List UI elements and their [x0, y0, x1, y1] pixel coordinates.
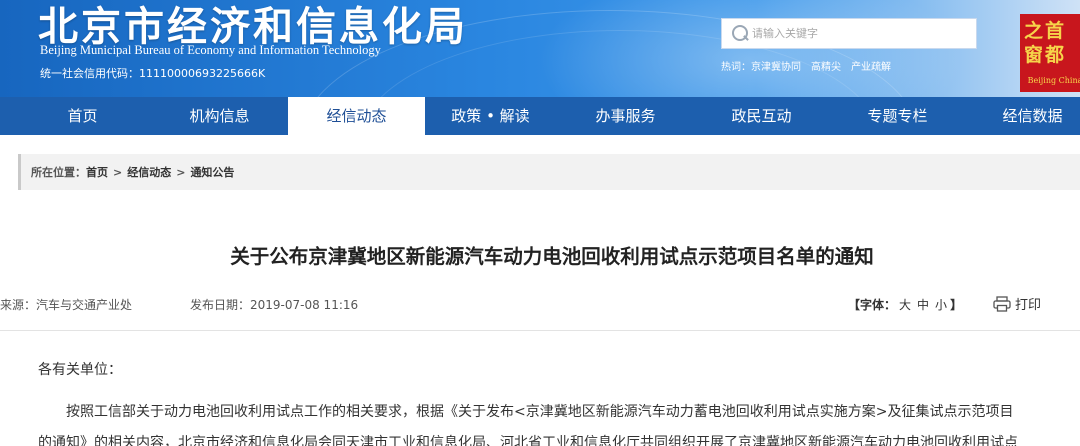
- article-source: 来源：汽车与交通产业处: [0, 298, 133, 312]
- search-box: [721, 18, 977, 49]
- hot-word-link[interactable]: 京津冀协同: [751, 58, 801, 73]
- nav-item-topics[interactable]: 专题专栏: [829, 97, 966, 135]
- breadcrumb-separator: >: [113, 165, 123, 179]
- printer-icon: [993, 295, 1011, 312]
- hot-word-link[interactable]: 高精尖: [811, 58, 841, 73]
- logo-text: 之首: [1024, 20, 1067, 42]
- nav-item-data[interactable]: 经信数据: [964, 97, 1080, 135]
- breadcrumb-link-notices[interactable]: 通知公告: [190, 164, 234, 180]
- article-paragraph-line: 按照工信部关于动力电池回收利用试点工作的相关要求，根据《关于发布<京津冀地区新能…: [66, 404, 1014, 420]
- article-paragraph-line: 的通知》的相关内容，北京市经济和信息化局会同天津市工业和信息化局、河北省工业和信…: [38, 435, 1018, 446]
- font-size-large-button[interactable]: 大: [899, 298, 911, 312]
- article-greeting: 各有关单位：: [38, 362, 122, 378]
- logo-caption: Beijing China: [1027, 76, 1080, 85]
- article-title: 关于公布京津冀地区新能源汽车动力电池回收利用试点示范项目名单的通知: [230, 245, 874, 268]
- print-label: 打印: [1015, 298, 1042, 313]
- hot-words-label: 热词：: [721, 62, 751, 73]
- page: 北京市经济和信息化局 Beijing Municipal Bureau of E…: [0, 0, 1080, 446]
- font-size-small-button[interactable]: 小: [935, 298, 947, 312]
- divider: [0, 330, 1080, 331]
- font-size-control: 【字体：大中小】: [848, 296, 962, 313]
- breadcrumb-link-news[interactable]: 经信动态: [127, 164, 171, 180]
- article-date: 发布日期：2019-07-08 11:16: [190, 298, 359, 312]
- breadcrumb-link-home[interactable]: 首页: [86, 164, 108, 180]
- print-button[interactable]: 打印: [993, 294, 1041, 313]
- nav-item-policy[interactable]: 政策 • 解读: [422, 97, 559, 135]
- font-size-medium-button[interactable]: 中: [917, 298, 929, 312]
- hot-word-link[interactable]: 产业疏解: [851, 58, 891, 73]
- nav-item-interaction[interactable]: 政民互动: [693, 97, 830, 135]
- nav-item-home[interactable]: 首页: [14, 97, 151, 135]
- hot-words: 热词： 京津冀协同 高精尖 产业疏解: [721, 58, 891, 73]
- credit-code: 统一社会信用代码：11110000693225666K: [40, 67, 266, 80]
- font-size-prefix: 【字体：: [848, 298, 897, 312]
- nav-item-news[interactable]: 经信动态: [288, 97, 425, 135]
- capital-logo[interactable]: 之首 窗都 Beijing China: [1020, 14, 1080, 92]
- article-meta: 来源：汽车与交通产业处 发布日期：2019-07-08 11:16: [0, 296, 358, 313]
- site-header: 北京市经济和信息化局 Beijing Municipal Bureau of E…: [0, 0, 1080, 97]
- search-input[interactable]: [752, 19, 972, 48]
- logo-text: 窗都: [1024, 44, 1067, 66]
- breadcrumb-prefix: 所在位置：: [31, 166, 86, 179]
- site-subtitle: Beijing Municipal Bureau of Economy and …: [40, 43, 381, 57]
- nav-item-organization[interactable]: 机构信息: [151, 97, 288, 135]
- font-size-suffix: 】: [950, 298, 963, 312]
- main-nav: 首页 机构信息 经信动态 政策 • 解读 办事服务 政民互动 专题专栏 经信数据: [0, 97, 1080, 135]
- search-icon[interactable]: [722, 18, 752, 49]
- nav-item-services[interactable]: 办事服务: [557, 97, 694, 135]
- breadcrumb: 所在位置： 首页 > 经信动态 > 通知公告: [18, 154, 1080, 190]
- breadcrumb-separator: >: [176, 165, 186, 179]
